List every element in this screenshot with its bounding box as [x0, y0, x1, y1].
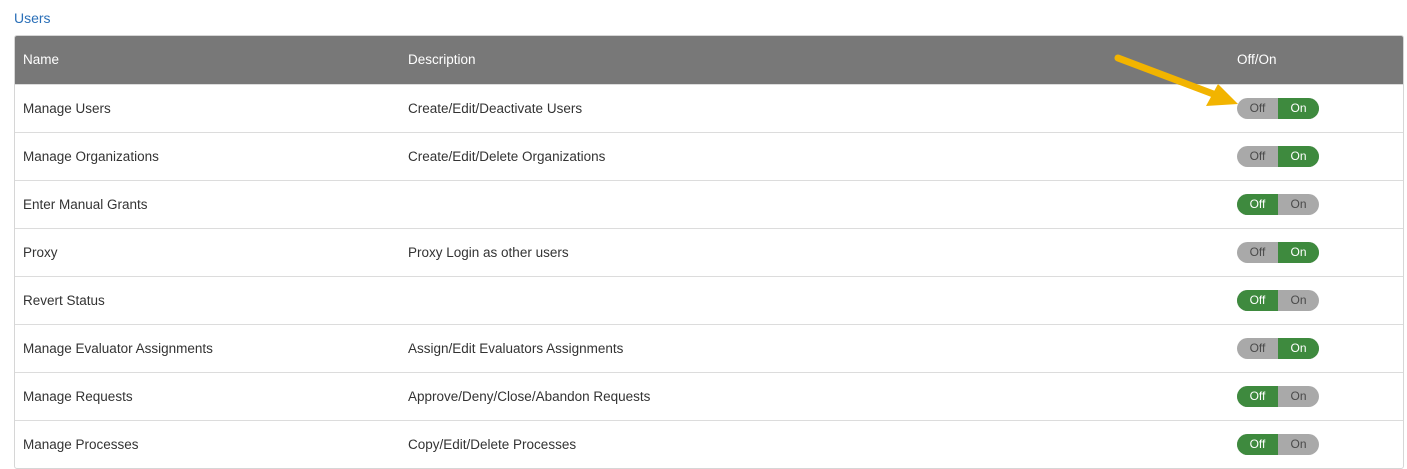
row-name: Proxy	[23, 244, 58, 260]
row-name: Revert Status	[23, 292, 105, 308]
toggle-off-option[interactable]: Off	[1237, 193, 1278, 215]
table-row: Manage Users Create/Edit/Deactivate User…	[15, 84, 1403, 132]
toggle-on-option[interactable]: On	[1278, 145, 1319, 167]
toggle-off-option[interactable]: Off	[1237, 385, 1278, 407]
row-description: Copy/Edit/Delete Processes	[408, 436, 577, 452]
header-name: Name	[23, 52, 60, 68]
table-row: Enter Manual Grants Off On	[15, 180, 1403, 228]
row-description: Approve/Deny/Close/Abandon Requests	[408, 388, 651, 404]
row-name: Manage Users	[23, 100, 111, 116]
row-name: Manage Evaluator Assignments	[23, 340, 213, 356]
table-row: Manage Processes Copy/Edit/Delete Proces…	[15, 420, 1403, 468]
table-row: Revert Status Off On	[15, 276, 1403, 324]
off-on-toggle[interactable]: Off On	[1237, 337, 1319, 359]
off-on-toggle[interactable]: Off On	[1237, 193, 1319, 215]
row-description: Assign/Edit Evaluators Assignments	[408, 340, 624, 356]
row-toggle-cell: Off On	[1229, 372, 1403, 420]
table-row: Proxy Proxy Login as other users Off On	[15, 228, 1403, 276]
row-name: Enter Manual Grants	[23, 196, 148, 212]
permissions-table: Name Description Off/On Manage Users Cre…	[14, 35, 1404, 469]
row-description	[400, 180, 1229, 228]
table-row: Manage Evaluator Assignments Assign/Edit…	[15, 324, 1403, 372]
off-on-toggle[interactable]: Off On	[1237, 433, 1319, 455]
row-description	[400, 276, 1229, 324]
off-on-toggle[interactable]: Off On	[1237, 145, 1319, 167]
toggle-on-option[interactable]: On	[1278, 434, 1319, 455]
toggle-off-option[interactable]: Off	[1237, 242, 1278, 263]
off-on-toggle[interactable]: Off On	[1237, 241, 1319, 263]
table-row: Manage Organizations Create/Edit/Delete …	[15, 132, 1403, 180]
off-on-toggle[interactable]: Off On	[1237, 97, 1319, 119]
row-toggle-cell: Off On	[1229, 276, 1403, 324]
toggle-off-option[interactable]: Off	[1237, 433, 1278, 455]
toggle-off-option[interactable]: Off	[1237, 98, 1278, 119]
row-description: Create/Edit/Delete Organizations	[408, 148, 606, 164]
row-toggle-cell: Off On	[1229, 84, 1403, 132]
row-toggle-cell: Off On	[1229, 324, 1403, 372]
row-description: Proxy Login as other users	[408, 244, 569, 260]
row-description: Create/Edit/Deactivate Users	[408, 100, 583, 116]
row-name: Manage Processes	[23, 436, 139, 452]
toggle-off-option[interactable]: Off	[1237, 338, 1278, 359]
toggle-on-option[interactable]: On	[1278, 241, 1319, 263]
row-toggle-cell: Off On	[1229, 132, 1403, 180]
toggle-on-option[interactable]: On	[1278, 97, 1319, 119]
toggle-on-option[interactable]: On	[1278, 386, 1319, 407]
row-toggle-cell: Off On	[1229, 180, 1403, 228]
toggle-on-option[interactable]: On	[1278, 290, 1319, 311]
table-row: Manage Requests Approve/Deny/Close/Aband…	[15, 372, 1403, 420]
header-toggle: Off/On	[1237, 52, 1277, 68]
toggle-off-option[interactable]: Off	[1237, 289, 1278, 311]
off-on-toggle[interactable]: Off On	[1237, 289, 1319, 311]
toggle-on-option[interactable]: On	[1278, 194, 1319, 215]
toggle-on-option[interactable]: On	[1278, 337, 1319, 359]
row-toggle-cell: Off On	[1229, 420, 1403, 468]
header-description: Description	[408, 52, 476, 68]
off-on-toggle[interactable]: Off On	[1237, 385, 1319, 407]
row-name: Manage Requests	[23, 388, 133, 404]
toggle-off-option[interactable]: Off	[1237, 146, 1278, 167]
row-toggle-cell: Off On	[1229, 228, 1403, 276]
row-name: Manage Organizations	[23, 148, 159, 164]
section-title-link[interactable]: Users	[14, 10, 51, 26]
table-header-row: Name Description Off/On	[15, 36, 1403, 84]
